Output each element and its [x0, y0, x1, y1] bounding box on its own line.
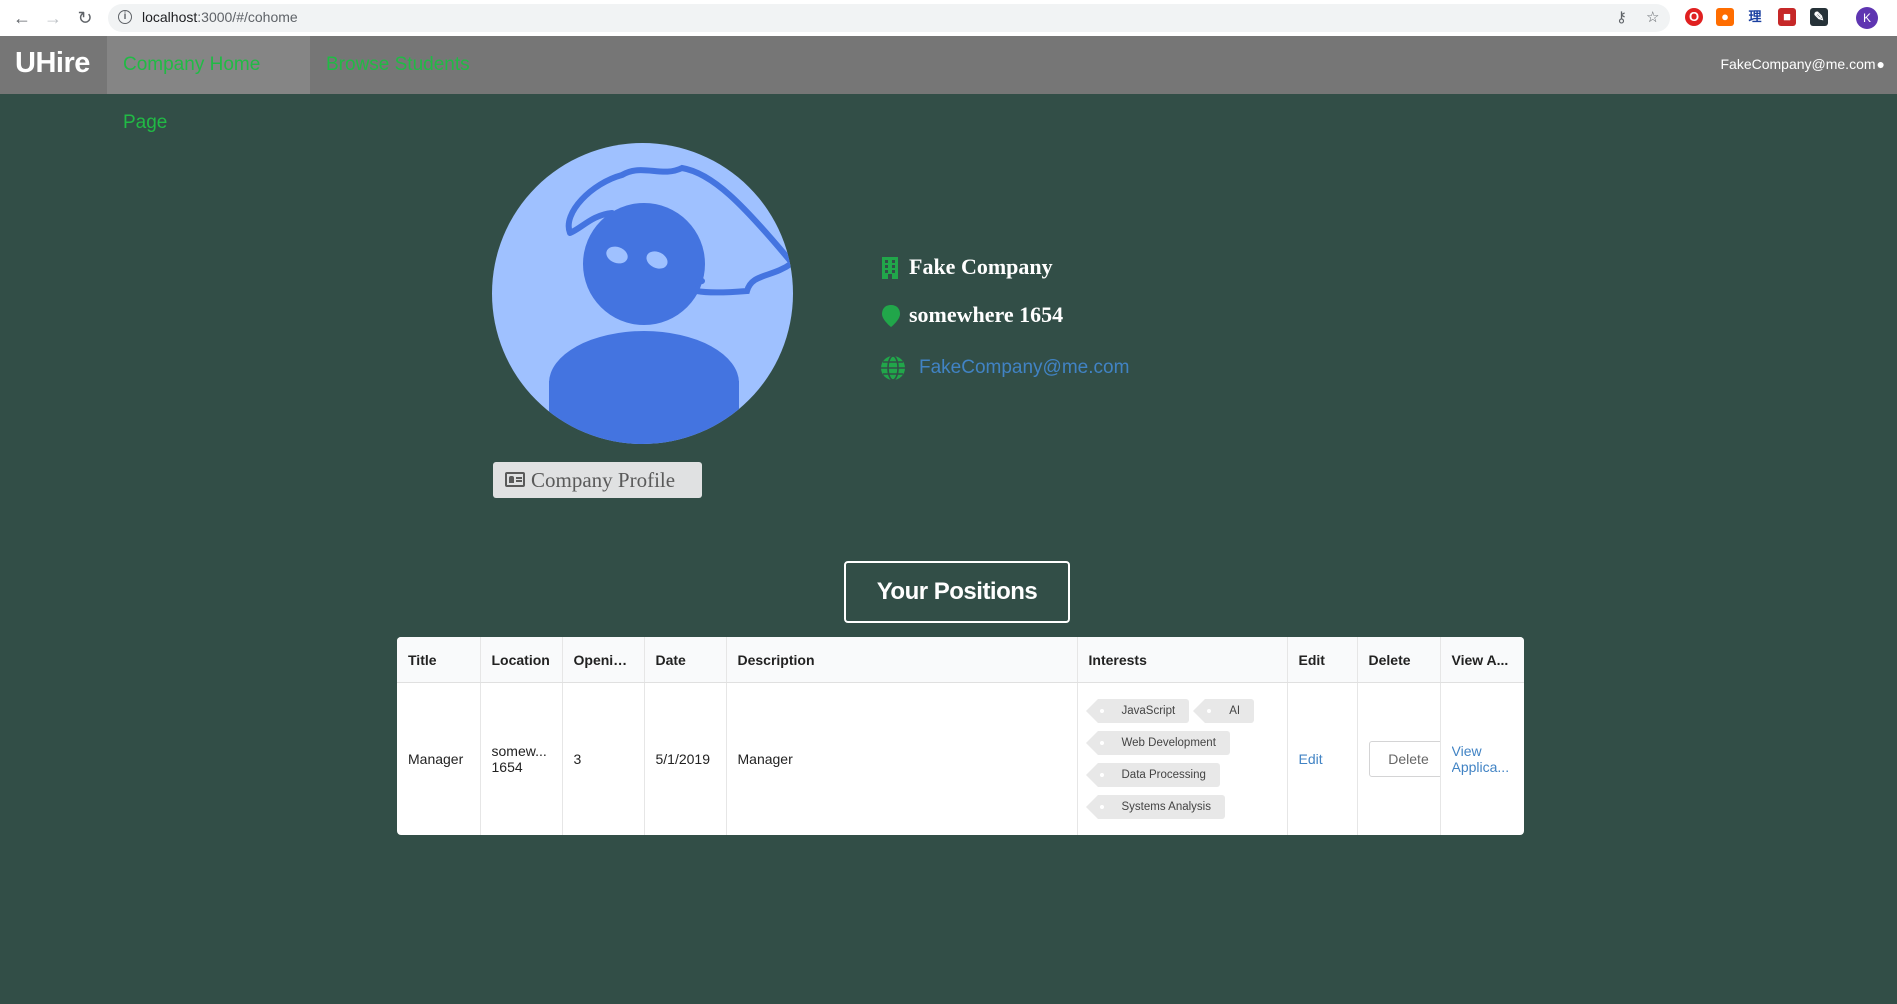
site-info-icon[interactable]: i [118, 10, 132, 24]
forward-icon[interactable]: → [41, 6, 65, 30]
company-profile-button[interactable]: Company Profile [493, 462, 702, 498]
map-marker-icon [882, 305, 900, 327]
cell-edit: Edit [1286, 682, 1357, 835]
key-icon[interactable]: ⚷ [1616, 8, 1627, 26]
view-applications-link[interactable]: View [1452, 743, 1514, 759]
column-header-date[interactable]: Date [643, 637, 726, 683]
globe-icon [881, 355, 905, 381]
column-header-delete[interactable]: Delete [1356, 637, 1440, 683]
reload-icon[interactable]: ↻ [73, 6, 97, 30]
extension-dark-icon[interactable]: ✎ [1810, 8, 1828, 26]
browser-toolbar: ← → ↻ i localhost:3000/#/cohome ⚷ ☆ O ● … [0, 0, 1897, 37]
column-header-view-applications[interactable]: View A... [1439, 637, 1524, 683]
extension-opera-icon[interactable]: O [1685, 8, 1703, 26]
extension-li-icon[interactable]: 理 [1746, 8, 1764, 26]
cell-interests: JavaScript AI Web Development Data Proces… [1076, 682, 1287, 835]
delete-button[interactable]: Delete [1368, 741, 1440, 777]
view-applications-link[interactable]: Applica... [1452, 759, 1514, 775]
column-header-openings[interactable]: Openin... [561, 637, 644, 683]
cell-title: Manager [408, 751, 464, 767]
nav-company-home[interactable]: Company Home Page [107, 36, 310, 133]
extension-lock-icon[interactable]: ● [1716, 8, 1734, 26]
positions-heading: Your Positions [844, 561, 1070, 623]
cell-delete: Delete [1356, 682, 1440, 835]
cell-view-applications: View Applica... [1439, 682, 1524, 835]
column-header-interests[interactable]: Interests [1076, 637, 1287, 683]
positions-table: Title Location Openin... Date Descriptio… [397, 637, 1524, 835]
column-header-edit[interactable]: Edit [1286, 637, 1357, 683]
column-header-location[interactable]: Location [479, 637, 562, 683]
app-navbar: UHire Company Home Page Browse Students … [0, 36, 1897, 133]
company-address: somewhere 1654 [909, 302, 1064, 327]
building-icon [882, 257, 898, 279]
company-name: Fake Company [909, 254, 1053, 279]
table-header-row: Title Location Openin... Date Descriptio… [397, 637, 1524, 683]
cell-description: Manager [725, 682, 1077, 835]
user-icon: ● [1876, 56, 1885, 72]
cell-date: 5/1/2019 [643, 682, 726, 835]
interest-tag: Systems Analysis [1085, 795, 1225, 819]
brand-logo[interactable]: UHire [15, 47, 90, 80]
back-icon[interactable]: ← [10, 6, 34, 30]
interest-tag: Data Processing [1085, 763, 1220, 787]
company-email-link[interactable]: FakeCompany@me.com [919, 357, 1129, 379]
address-bar[interactable]: i localhost:3000/#/cohome ⚷ ☆ [108, 4, 1670, 32]
interest-tag: AI [1193, 699, 1255, 723]
url-text: localhost:3000/#/cohome [142, 9, 298, 25]
company-avatar [492, 143, 793, 444]
cell-openings: 3 [561, 682, 644, 835]
profile-avatar[interactable]: K [1856, 7, 1878, 29]
interest-tag: JavaScript [1085, 699, 1190, 723]
cell-location: somew... 1654 [479, 682, 562, 835]
edit-link[interactable]: Edit [1299, 751, 1323, 767]
bookmark-star-icon[interactable]: ☆ [1646, 8, 1659, 26]
interest-tag: Web Development [1085, 731, 1230, 755]
column-header-title[interactable]: Title [397, 637, 480, 683]
extension-red-icon[interactable]: ■ [1778, 8, 1796, 26]
nav-browse-students[interactable]: Browse Students [310, 36, 486, 94]
id-card-icon [505, 472, 525, 487]
column-header-description[interactable]: Description [725, 637, 1077, 683]
table-row: Manager somew... 1654 3 5/1/2019 Manager… [397, 682, 1524, 835]
user-menu[interactable]: FakeCompany@me.com● [1720, 56, 1885, 72]
